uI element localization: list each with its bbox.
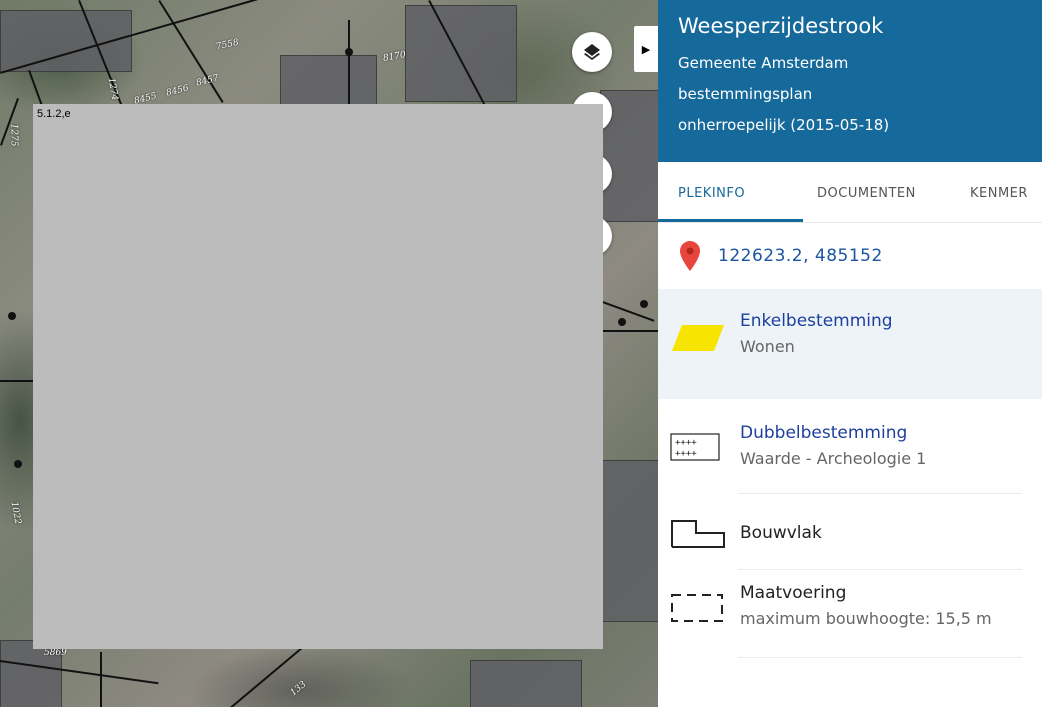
parcel-number: 5869 bbox=[44, 648, 67, 658]
item-subtitle: Waarde - Archeologie 1 bbox=[740, 449, 927, 468]
active-tab-indicator bbox=[658, 219, 803, 222]
layers-icon bbox=[584, 44, 600, 60]
collapse-panel-button[interactable]: ▶ bbox=[634, 26, 658, 72]
divider bbox=[738, 657, 1022, 658]
location-row: 122623.2, 485152 bbox=[658, 223, 1042, 289]
parcel-vertex bbox=[14, 460, 22, 468]
item-title: Dubbelbestemming bbox=[740, 423, 908, 443]
svg-text:++++: ++++ bbox=[675, 449, 697, 459]
redaction-box: 5.1.2,e bbox=[33, 104, 603, 649]
item-title: Enkelbestemming bbox=[740, 311, 893, 331]
parcel-number: 8457 bbox=[195, 73, 220, 89]
building-outline-icon bbox=[671, 520, 725, 548]
item-subtitle: maximum bouwhoogte: 15,5 m bbox=[740, 609, 992, 628]
panel-header: Weesperzijdestrook Gemeente Amsterdam be… bbox=[658, 0, 1042, 162]
parcel-vertex bbox=[8, 312, 16, 320]
plan-status: onherroepelijk (2015-05-18) bbox=[678, 116, 890, 134]
building-roof bbox=[600, 460, 658, 622]
plan-title: Weesperzijdestrook bbox=[678, 14, 884, 38]
parcel-line bbox=[600, 330, 658, 332]
parcel-number: 1274 bbox=[105, 76, 120, 102]
building-roof bbox=[280, 55, 377, 107]
tab-kenmerken[interactable]: KENMER bbox=[970, 186, 1028, 201]
building-roof bbox=[405, 5, 517, 102]
list-item-maatvoering[interactable]: Maatvoering maximum bouwhoogte: 15,5 m bbox=[658, 571, 1042, 661]
building-roof bbox=[470, 660, 582, 707]
item-label: Bouwvlak bbox=[740, 523, 822, 543]
list-item-enkelbestemming[interactable]: Enkelbestemming Wonen bbox=[658, 289, 1042, 399]
parcel-vertex bbox=[345, 48, 353, 56]
parcel-number: 1022 bbox=[8, 500, 23, 526]
plan-municipality: Gemeente Amsterdam bbox=[678, 54, 849, 72]
yellow-parallelogram-icon bbox=[672, 325, 724, 351]
redaction-label: 5.1.2,e bbox=[37, 108, 71, 120]
parcel-line bbox=[0, 380, 33, 382]
parcel-number: 133 bbox=[288, 679, 309, 699]
divider bbox=[738, 493, 1022, 494]
caret-right-icon: ▶ bbox=[641, 42, 651, 56]
tab-plekinfo[interactable]: PLEKINFO bbox=[678, 186, 745, 201]
parcel-number: 7558 bbox=[215, 37, 240, 53]
parcel-vertex bbox=[640, 300, 648, 308]
parcel-line bbox=[100, 652, 102, 707]
layers-button[interactable] bbox=[572, 32, 612, 72]
parcel-vertex bbox=[618, 318, 626, 326]
item-title: Maatvoering bbox=[740, 583, 847, 603]
map-view[interactable]: 7558 8170 8457 8456 8455 1275 1022 5869 … bbox=[0, 0, 658, 707]
dotted-grid-icon: ++++ ++++ bbox=[670, 433, 720, 461]
list-item-dubbelbestemming[interactable]: ++++ ++++ Dubbelbestemming Waarde - Arch… bbox=[658, 399, 1042, 497]
item-subtitle: Wonen bbox=[740, 337, 795, 356]
parcel-number: 8456 bbox=[165, 83, 190, 99]
coordinates-text: 122623.2, 485152 bbox=[718, 246, 883, 266]
plan-type: bestemmingsplan bbox=[678, 85, 813, 103]
dashed-box-icon bbox=[671, 594, 723, 622]
parcel-number: 1275 bbox=[8, 123, 19, 147]
tab-documenten[interactable]: DOCUMENTEN bbox=[817, 186, 916, 201]
info-panel: Weesperzijdestrook Gemeente Amsterdam be… bbox=[658, 0, 1042, 707]
list-item-bouwvlak[interactable]: Bouwvlak bbox=[658, 497, 1042, 571]
svg-text:++++: ++++ bbox=[675, 438, 697, 448]
tab-bar: PLEKINFO DOCUMENTEN KENMER bbox=[658, 162, 1042, 223]
divider bbox=[738, 569, 1022, 570]
parcel-number: 8170 bbox=[382, 50, 407, 64]
map-marker-icon bbox=[680, 241, 700, 271]
